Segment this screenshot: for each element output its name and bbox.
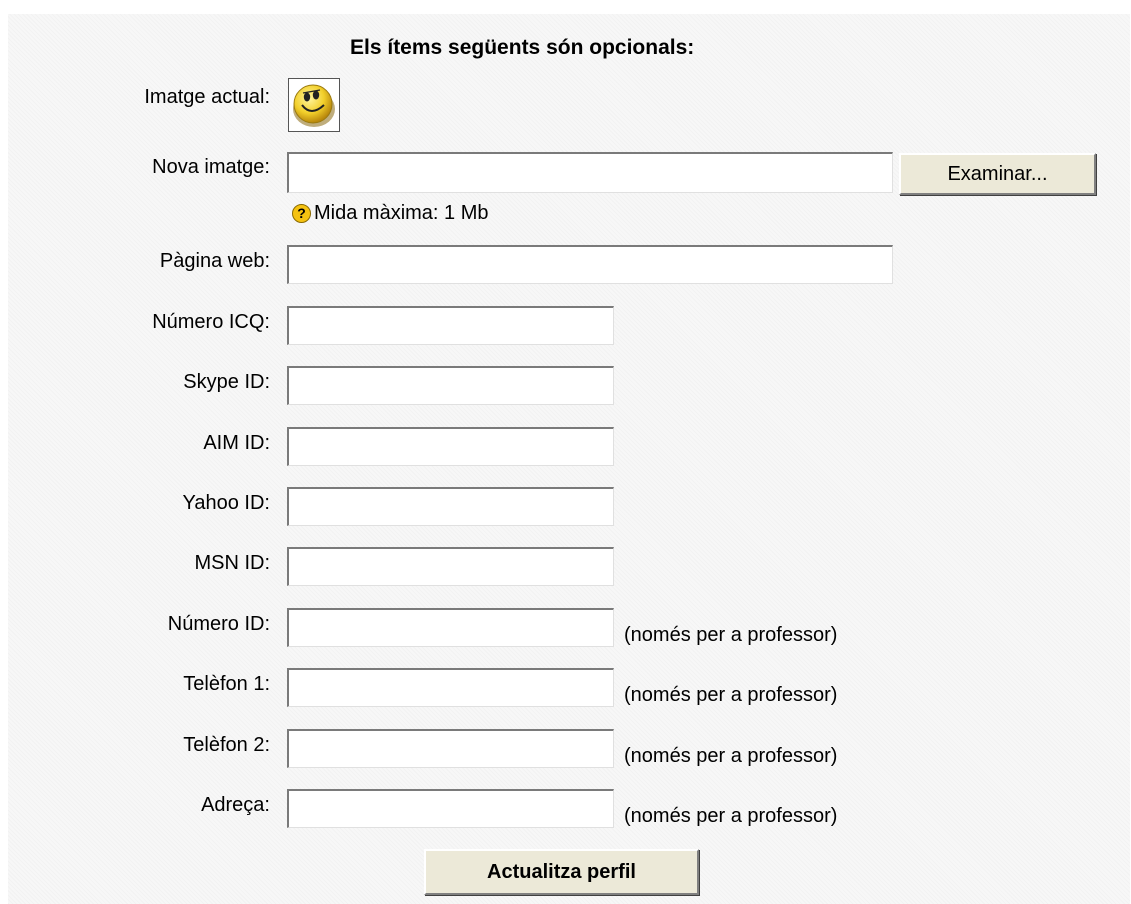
question-mark-icon[interactable]: ? <box>292 204 311 223</box>
yahoo-label: Yahoo ID: <box>182 492 270 514</box>
browse-button[interactable]: Examinar... <box>899 153 1096 195</box>
phone2-note: (només per a professor) <box>624 745 838 767</box>
id-number-input[interactable] <box>287 608 614 647</box>
smiley-face-icon <box>293 84 335 127</box>
web-page-label: Pàgina web: <box>159 250 270 272</box>
max-size-hint: ? Mida màxima: 1 Mb <box>292 202 489 225</box>
id-number-label: Número ID: <box>167 613 270 635</box>
section-heading: Els ítems següents són opcionals: <box>350 36 695 59</box>
phone2-label: Telèfon 2: <box>183 734 270 756</box>
phone1-note: (només per a professor) <box>624 684 838 706</box>
id-number-note: (només per a professor) <box>624 624 838 646</box>
icq-input[interactable] <box>287 306 614 345</box>
current-image-label: Imatge actual: <box>144 86 270 108</box>
current-image-frame <box>288 78 340 132</box>
web-page-input[interactable] <box>287 245 893 284</box>
msn-label: MSN ID: <box>194 552 270 574</box>
yahoo-input[interactable] <box>287 487 614 526</box>
phone2-input[interactable] <box>287 729 614 768</box>
icq-label: Número ICQ: <box>152 311 270 333</box>
max-size-text: Mida màxima: 1 Mb <box>314 202 489 224</box>
msn-input[interactable] <box>287 547 614 586</box>
aim-input[interactable] <box>287 427 614 466</box>
phone1-input[interactable] <box>287 668 614 707</box>
address-note: (només per a professor) <box>624 805 838 827</box>
new-image-path-input[interactable] <box>287 152 893 193</box>
address-label: Adreça: <box>201 794 270 816</box>
phone1-label: Telèfon 1: <box>183 673 270 695</box>
new-image-label: Nova imatge: <box>152 156 270 178</box>
address-input[interactable] <box>287 789 614 828</box>
aim-label: AIM ID: <box>203 432 270 454</box>
skype-label: Skype ID: <box>183 371 270 393</box>
update-profile-button[interactable]: Actualitza perfil <box>424 849 699 895</box>
skype-input[interactable] <box>287 366 614 405</box>
